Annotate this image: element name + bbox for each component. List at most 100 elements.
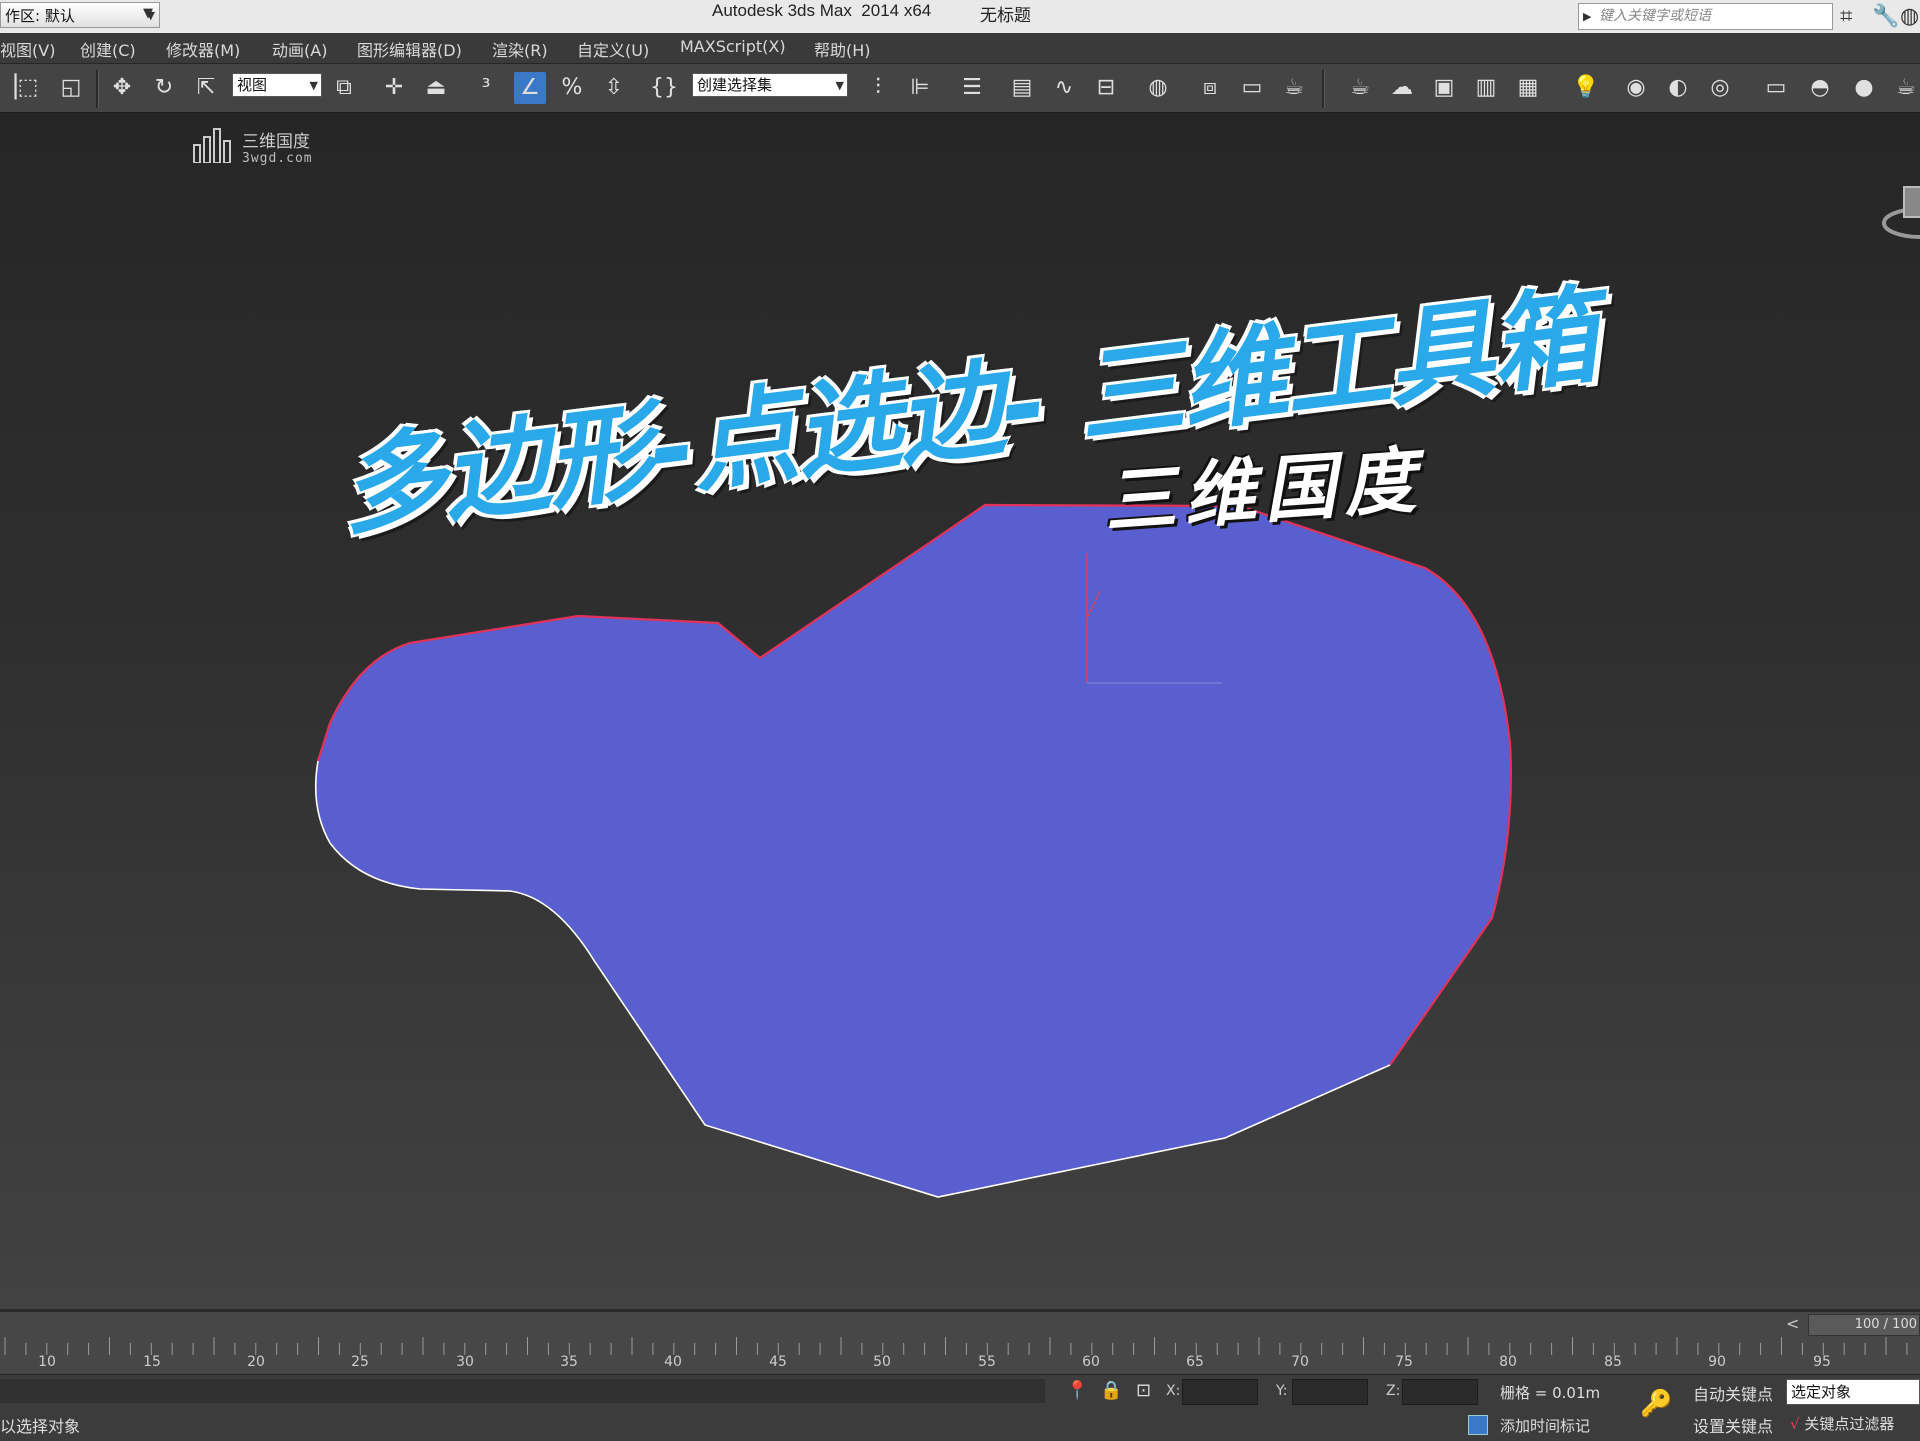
key-icon[interactable]: 🔑 <box>1640 1389 1672 1419</box>
timeline[interactable]: < 100 / 100 10 15 20 25 30 35 40 45 50 5… <box>0 1311 1920 1374</box>
add-time-tag-button[interactable]: 添加时间标记 <box>1500 1415 1590 1436</box>
rect-select-region-icon[interactable]: ⬚ <box>12 72 44 104</box>
set-key-button[interactable]: 设置关键点 <box>1693 1413 1773 1437</box>
key-filters-button[interactable]: √ 关键点过滤器 <box>1790 1413 1894 1434</box>
named-selection-dropdown[interactable]: 创建选择集 ▼ <box>692 73 848 97</box>
menu-graph-editors[interactable]: 图形编辑器(D) <box>357 37 462 61</box>
scale-icon[interactable]: ⇱ <box>190 72 222 104</box>
x-coordinate-label: X: <box>1166 1383 1181 1399</box>
menu-create[interactable]: 创建(C) <box>80 37 136 61</box>
viewport-canvas <box>314 503 1512 1198</box>
auto-key-button[interactable]: 自动关键点 <box>1693 1381 1773 1405</box>
reference-coordinate-value: 视图 <box>237 76 268 94</box>
add-time-tag-icon[interactable] <box>1468 1415 1488 1435</box>
reference-coordinate-dropdown[interactable]: 视图 ▼ <box>232 73 322 97</box>
tick-label: 45 <box>769 1354 787 1370</box>
perspective-viewport[interactable]: 三维国度 3wgd.com 多边形-点选边- 三维工具箱 三维国度 <box>0 113 1920 1309</box>
wrench-icon[interactable]: 🔧 <box>1872 4 1899 29</box>
layer-manager-icon[interactable]: ☰ <box>956 72 988 104</box>
menu-view[interactable]: 视图(V) <box>0 37 55 61</box>
schematic-view-icon[interactable]: ⊟ <box>1090 72 1122 104</box>
rendered-frame-icon[interactable]: ▭ <box>1236 72 1268 104</box>
video-post-icon[interactable]: ◎ <box>1704 72 1736 104</box>
search-placeholder: 键入关键字或短语 <box>1599 8 1711 24</box>
cloud-render-icon[interactable]: ☁ <box>1386 72 1418 104</box>
maxscript-listener-mini[interactable] <box>0 1379 1045 1403</box>
menu-help[interactable]: 帮助(H) <box>814 37 871 61</box>
teapot-icon[interactable]: ☕ <box>1344 72 1376 104</box>
toolbar-separator <box>1322 70 1325 108</box>
camera-icon[interactable]: ◉ <box>1620 72 1652 104</box>
frame-display: 100 / 100 <box>1854 1317 1917 1332</box>
help-circle-icon[interactable]: ◍ <box>1900 4 1919 29</box>
snap-3d-icon[interactable]: ³ <box>470 72 502 104</box>
table-icon[interactable]: ▦ <box>1512 72 1544 104</box>
menu-rendering[interactable]: 渲染(R) <box>492 37 548 61</box>
curve-editor-icon[interactable]: ∿ <box>1048 72 1080 104</box>
viewcube-icon[interactable] <box>1880 163 1920 253</box>
y-coordinate-label: Y: <box>1276 1383 1288 1399</box>
tick-label: 55 <box>978 1354 996 1370</box>
spinner-snap-icon[interactable]: ⇳ <box>598 72 630 104</box>
isolate-selection-icon[interactable]: 📍 <box>1066 1380 1088 1401</box>
workspace-dropdown[interactable]: 作区: 默认 ▼ <box>0 2 160 28</box>
light-icon[interactable]: 💡 <box>1570 72 1602 104</box>
key-filters-label: 关键点过滤器 <box>1804 1415 1895 1433</box>
absolute-mode-icon[interactable]: ⊡ <box>1136 1380 1151 1401</box>
align-icon[interactable]: ⊫ <box>904 72 936 104</box>
select-manipulate-icon[interactable]: ✛ <box>378 72 410 104</box>
tick-label: 30 <box>456 1354 474 1370</box>
percent-snap-icon[interactable]: % <box>556 72 588 104</box>
move-icon[interactable]: ✥ <box>106 72 138 104</box>
window-crossing-icon[interactable]: ◱ <box>55 72 87 104</box>
angle-snap-icon[interactable]: ∠ <box>514 72 546 104</box>
menu-customize[interactable]: 自定义(U) <box>577 37 649 61</box>
tick-label: 75 <box>1395 1354 1413 1370</box>
time-slider[interactable]: 100 / 100 <box>1808 1314 1920 1336</box>
chevron-down-icon: ▼ <box>309 79 318 92</box>
z-coordinate-field[interactable] <box>1402 1379 1478 1405</box>
binoculars-icon[interactable]: ⌗ <box>1840 4 1852 29</box>
chevron-down-icon: ▼ <box>835 79 844 92</box>
key-target-dropdown[interactable]: 选定对象 <box>1786 1379 1920 1405</box>
render-setup-icon[interactable]: ⧈ <box>1194 72 1226 104</box>
bar-chart-logo-icon <box>193 128 231 163</box>
editable-poly-shape[interactable] <box>315 505 1511 1197</box>
menu-animation[interactable]: 动画(A) <box>272 37 327 61</box>
lock-selection-icon[interactable]: 🔒 <box>1100 1380 1122 1401</box>
pivot-center-icon[interactable]: ⧉ <box>328 72 360 104</box>
time-slider-prev[interactable]: < <box>1786 1314 1799 1333</box>
tick-label: 20 <box>247 1354 265 1370</box>
workspace-value: 作区: 默认 <box>5 7 75 25</box>
keyboard-shortcut-override-icon[interactable]: ⏏ <box>420 72 452 104</box>
dome-icon[interactable]: ◓ <box>1804 72 1836 104</box>
rotate-icon[interactable]: ↻ <box>148 72 180 104</box>
environment-icon[interactable]: ◐ <box>1662 72 1694 104</box>
render-teapot-icon[interactable]: ☕ <box>1278 72 1310 104</box>
named-selection-value: 创建选择集 <box>697 76 773 94</box>
tick-label: 95 <box>1813 1354 1831 1370</box>
curve-icon: √ <box>1790 1415 1800 1433</box>
x-coordinate-field[interactable] <box>1182 1379 1258 1405</box>
quick-access-arrow-icon[interactable]: ▼ <box>143 6 153 21</box>
menu-maxscript[interactable]: MAXScript(X) <box>680 37 786 56</box>
main-toolbar: ▕ ⬚ ◱ ✥ ↻ ⇱ 视图 ▼ ⧉ ✛ ⏏ ³ ∠ % ⇳ {} 创建选择集 … <box>0 64 1920 113</box>
logo-text: 三维国度 <box>242 132 310 152</box>
tick-label: 85 <box>1604 1354 1622 1370</box>
image-viewer-icon[interactable]: ▣ <box>1428 72 1460 104</box>
search-input[interactable]: ▶ 键入关键字或短语 <box>1578 3 1833 30</box>
edit-named-selection-icon[interactable]: {} <box>648 72 680 104</box>
logo-url: 3wgd.com <box>242 151 313 166</box>
sphere-icon[interactable]: ● <box>1848 72 1880 104</box>
ribbon-toggle-icon[interactable]: ▤ <box>1006 72 1038 104</box>
menu-modifiers[interactable]: 修改器(M) <box>166 37 240 61</box>
tick-label: 50 <box>873 1354 891 1370</box>
material-editor-icon[interactable]: ◍ <box>1142 72 1174 104</box>
y-coordinate-field[interactable] <box>1292 1379 1368 1405</box>
tick-label: 90 <box>1708 1354 1726 1370</box>
mirror-icon[interactable]: ⫶ <box>862 72 894 104</box>
rectangle-shape-icon[interactable]: ▭ <box>1760 72 1792 104</box>
tick-label: 10 <box>38 1354 56 1370</box>
scene-explorer-icon[interactable]: ▥ <box>1470 72 1502 104</box>
teapot-primitive-icon[interactable]: ☕ <box>1890 72 1920 104</box>
